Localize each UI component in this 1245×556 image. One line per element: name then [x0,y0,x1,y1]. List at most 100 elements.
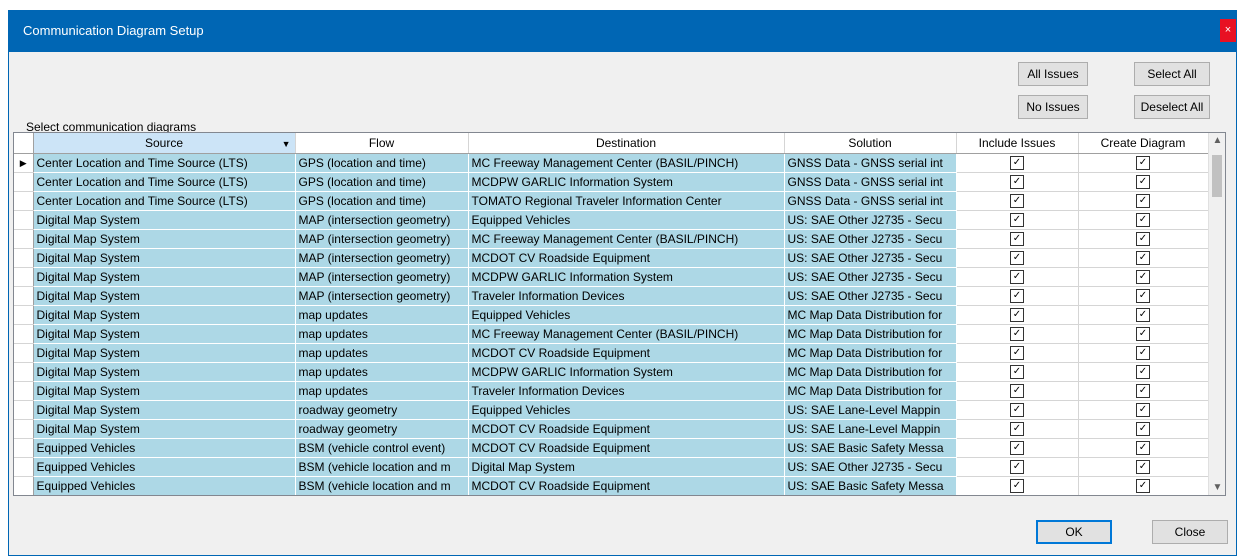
solution-cell[interactable]: US: SAE Basic Safety Messa [784,476,957,495]
include-issues-checkbox[interactable]: ✓ [1010,232,1024,247]
source-cell[interactable]: Digital Map System [33,286,296,306]
source-cell[interactable]: Digital Map System [33,267,296,287]
source-cell[interactable]: Digital Map System [33,381,296,401]
vertical-scrollbar[interactable]: ▲ ▼ [1208,133,1225,495]
solution-cell[interactable]: MC Map Data Distribution for [784,324,957,344]
flow-cell[interactable]: map updates [295,343,469,363]
row-header[interactable] [14,172,34,192]
all-issues-button[interactable]: All Issues [1018,62,1088,86]
table-row[interactable]: Digital Map System map updates MCDOT CV Ro… [14,343,1209,363]
destination-cell[interactable]: MC Freeway Management Center (BASIL/PINC… [468,229,785,249]
source-cell[interactable]: Equipped Vehicles [33,438,296,458]
destination-cell[interactable]: MC Freeway Management Center (BASIL/PINC… [468,324,785,344]
solution-cell[interactable]: US: SAE Other J2735 - Secu [784,248,957,268]
include-issues-checkbox[interactable]: ✓ [1010,327,1024,342]
include-issues-checkbox[interactable]: ✓ [1010,460,1024,475]
destination-cell[interactable]: Equipped Vehicles [468,210,785,230]
current-row-indicator-icon[interactable]: ▶ [14,153,34,173]
include-issues-checkbox[interactable]: ✓ [1010,251,1024,266]
source-cell[interactable]: Digital Map System [33,324,296,344]
row-header[interactable] [14,267,34,287]
table-row[interactable]: Equipped Vehicles BSM (vehicle control ev… [14,438,1209,458]
row-header[interactable] [14,324,34,344]
solution-cell[interactable]: GNSS Data - GNSS serial int [784,191,957,211]
column-header-destination[interactable]: Destination [468,133,785,154]
destination-cell[interactable]: MCDPW GARLIC Information System [468,172,785,192]
table-row[interactable]: Digital Map System roadway geometry Equipp… [14,400,1209,420]
destination-cell[interactable]: TOMATO Regional Traveler Information Cen… [468,191,785,211]
flow-cell[interactable]: map updates [295,305,469,325]
create-diagram-checkbox[interactable]: ✓ [1136,308,1150,323]
deselect-all-button[interactable]: Deselect All [1134,95,1210,119]
flow-cell[interactable]: map updates [295,381,469,401]
destination-cell[interactable]: MCDPW GARLIC Information System [468,362,785,382]
solution-cell[interactable]: MC Map Data Distribution for [784,362,957,382]
create-diagram-checkbox[interactable]: ✓ [1136,346,1150,361]
source-cell[interactable]: Digital Map System [33,229,296,249]
ok-button[interactable]: OK [1036,520,1112,544]
create-diagram-checkbox[interactable]: ✓ [1136,213,1150,228]
row-header[interactable] [14,362,34,382]
destination-cell[interactable]: Equipped Vehicles [468,305,785,325]
scroll-up-icon[interactable]: ▲ [1209,135,1225,146]
row-header[interactable] [14,191,34,211]
table-row[interactable]: Digital Map System MAP (intersection geom… [14,229,1209,249]
flow-cell[interactable]: MAP (intersection geometry) [295,210,469,230]
destination-cell[interactable]: Digital Map System [468,457,785,477]
flow-cell[interactable]: BSM (vehicle location and m [295,457,469,477]
flow-cell[interactable]: BSM (vehicle location and m [295,476,469,495]
column-header-source[interactable]: Source ▼ [33,133,296,154]
create-diagram-checkbox[interactable]: ✓ [1136,384,1150,399]
column-header-solution[interactable]: Solution [784,133,957,154]
solution-cell[interactable]: US: SAE Lane-Level Mappin [784,419,957,439]
flow-cell[interactable]: BSM (vehicle control event) [295,438,469,458]
row-header[interactable] [14,305,34,325]
create-diagram-checkbox[interactable]: ✓ [1136,194,1150,209]
flow-cell[interactable]: roadway geometry [295,400,469,420]
source-cell[interactable]: Digital Map System [33,343,296,363]
include-issues-checkbox[interactable]: ✓ [1010,365,1024,380]
destination-cell[interactable]: Equipped Vehicles [468,400,785,420]
include-issues-checkbox[interactable]: ✓ [1010,156,1024,171]
table-row[interactable]: Equipped Vehicles BSM (vehicle location a… [14,476,1209,495]
table-row[interactable]: Center Location and Time Source (LTS) GPS… [14,172,1209,192]
solution-cell[interactable]: MC Map Data Distribution for [784,381,957,401]
include-issues-checkbox[interactable]: ✓ [1010,384,1024,399]
flow-cell[interactable]: map updates [295,362,469,382]
include-issues-checkbox[interactable]: ✓ [1010,403,1024,418]
destination-cell[interactable]: MC Freeway Management Center (BASIL/PINC… [468,153,785,173]
table-row[interactable]: Digital Map System roadway geometry MCDOT … [14,419,1209,439]
flow-cell[interactable]: MAP (intersection geometry) [295,248,469,268]
destination-cell[interactable]: MCDPW GARLIC Information System [468,267,785,287]
destination-cell[interactable]: MCDOT CV Roadside Equipment [468,419,785,439]
create-diagram-checkbox[interactable]: ✓ [1136,365,1150,380]
include-issues-checkbox[interactable]: ✓ [1010,441,1024,456]
source-cell[interactable]: Center Location and Time Source (LTS) [33,191,296,211]
solution-cell[interactable]: GNSS Data - GNSS serial int [784,153,957,173]
solution-cell[interactable]: US: SAE Other J2735 - Secu [784,457,957,477]
row-header[interactable] [14,286,34,306]
destination-cell[interactable]: MCDOT CV Roadside Equipment [468,248,785,268]
scroll-down-icon[interactable]: ▼ [1209,482,1225,493]
table-row[interactable]: Equipped Vehicles BSM (vehicle location a… [14,457,1209,477]
close-window-button[interactable]: × [1220,19,1236,42]
row-header[interactable] [14,210,34,230]
include-issues-checkbox[interactable]: ✓ [1010,479,1024,494]
source-cell[interactable]: Center Location and Time Source (LTS) [33,153,296,173]
table-row[interactable]: Digital Map System map updates Traveler In… [14,381,1209,401]
select-all-button[interactable]: Select All [1134,62,1210,86]
table-row[interactable]: Center Location and Time Source (LTS) GPS… [14,191,1209,211]
table-row[interactable]: Digital Map System map updates Equipped Ve… [14,305,1209,325]
flow-cell[interactable]: GPS (location and time) [295,153,469,173]
include-issues-checkbox[interactable]: ✓ [1010,422,1024,437]
column-header-include-issues[interactable]: Include Issues [956,133,1079,154]
source-cell[interactable]: Digital Map System [33,362,296,382]
create-diagram-checkbox[interactable]: ✓ [1136,289,1150,304]
row-header[interactable] [14,419,34,439]
flow-cell[interactable]: map updates [295,324,469,344]
source-cell[interactable]: Digital Map System [33,400,296,420]
destination-cell[interactable]: Traveler Information Devices [468,286,785,306]
solution-cell[interactable]: US: SAE Other J2735 - Secu [784,286,957,306]
table-row[interactable]: Digital Map System MAP (intersection geom… [14,248,1209,268]
row-header[interactable] [14,457,34,477]
